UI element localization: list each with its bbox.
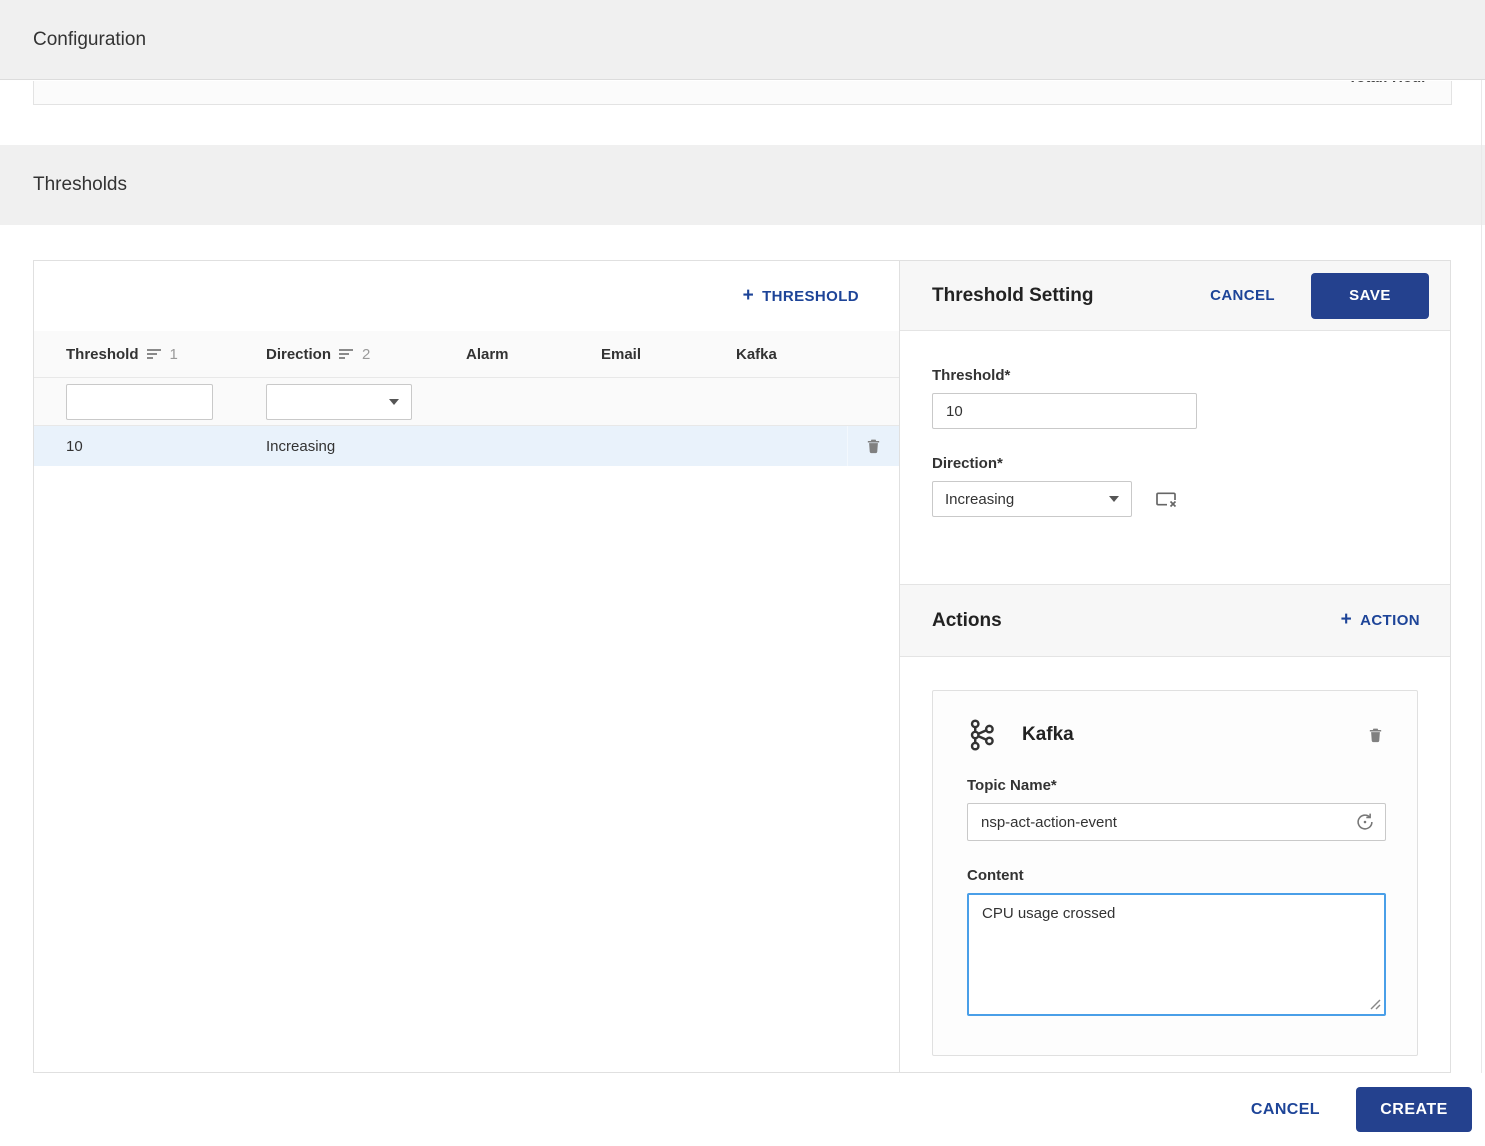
column-header-direction[interactable]: Direction 2: [266, 346, 466, 363]
kafka-icon: [970, 719, 994, 751]
clear-selection-icon[interactable]: [1154, 488, 1178, 510]
page-edge-divider: [1481, 80, 1482, 1120]
column-label: Alarm: [466, 345, 509, 363]
sort-icon: [339, 349, 354, 359]
column-header-kafka[interactable]: Kafka: [736, 346, 847, 363]
direction-select[interactable]: Increasing: [932, 481, 1132, 517]
direction-filter-select[interactable]: [266, 383, 412, 420]
cancel-button[interactable]: CANCEL: [1251, 1101, 1320, 1119]
column-label: Direction: [266, 345, 332, 363]
chevron-down-icon: [1109, 496, 1119, 502]
topic-name-input[interactable]: [967, 803, 1386, 841]
kafka-card-title: Kafka: [1022, 724, 1074, 745]
threshold-value-input[interactable]: [932, 393, 1197, 429]
page-title: Configuration: [33, 28, 147, 50]
dialog-footer: CANCEL CREATE: [0, 1073, 1485, 1146]
sort-icon: [146, 349, 161, 359]
sort-order-number: 1: [169, 345, 178, 363]
kafka-action-card: Kafka Topic Name* Content CPU usage cros…: [932, 690, 1418, 1056]
trash-icon: [867, 439, 880, 454]
panel-title: Threshold Setting: [932, 284, 1094, 306]
restore-default-icon[interactable]: [1354, 811, 1376, 833]
plus-icon: +: [742, 284, 755, 306]
threshold-filter-input[interactable]: [66, 383, 213, 420]
add-action-button[interactable]: + ACTION: [1340, 609, 1420, 630]
panel-cancel-button[interactable]: CANCEL: [1210, 287, 1275, 304]
column-header-email[interactable]: Email: [601, 346, 736, 363]
sort-order-number: 2: [362, 345, 371, 363]
trash-icon[interactable]: [1367, 725, 1384, 745]
scrolled-panel-remnant: Total: Hour: [33, 81, 1452, 105]
table-row[interactable]: 10 Increasing: [34, 426, 899, 466]
add-action-label: ACTION: [1360, 612, 1420, 629]
row-direction-value: Increasing: [266, 437, 336, 455]
thresholds-section-header: Thresholds: [0, 145, 1485, 225]
delete-threshold-button[interactable]: [847, 426, 899, 466]
table-filter-row: [34, 378, 899, 426]
direction-field-label: Direction*: [932, 455, 1003, 472]
configuration-header: Configuration: [0, 0, 1485, 80]
thresholds-table-panel: + THRESHOLD Threshold 1 Direction 2 Alar…: [33, 260, 900, 1073]
content-textarea[interactable]: CPU usage crossed: [967, 893, 1386, 1016]
column-label: Kafka: [736, 345, 777, 363]
actions-section-header: Actions + ACTION: [900, 584, 1450, 657]
row-threshold-value: 10: [66, 437, 83, 455]
threshold-field-label: Threshold*: [932, 367, 1011, 384]
actions-title: Actions: [932, 609, 1002, 631]
table-header-row: Threshold 1 Direction 2 Alarm Email Kafk…: [34, 331, 899, 378]
plus-icon: +: [1340, 609, 1353, 630]
threshold-form: Threshold* Direction* Increasing: [900, 331, 1450, 517]
configuration-page: Configuration Total: Hour Thresholds + T…: [0, 0, 1485, 1146]
direction-selected-value: Increasing: [945, 490, 1015, 508]
content-label: Content: [967, 867, 1024, 884]
column-label: Email: [601, 345, 642, 363]
chevron-down-icon: [389, 398, 399, 405]
add-threshold-label: THRESHOLD: [762, 287, 859, 305]
column-header-alarm[interactable]: Alarm: [466, 346, 601, 363]
create-button[interactable]: CREATE: [1356, 1087, 1472, 1132]
column-label: Threshold: [66, 345, 139, 363]
table-toolbar: + THRESHOLD: [34, 261, 899, 331]
add-threshold-button[interactable]: + THRESHOLD: [742, 284, 859, 306]
section-title: Thresholds: [33, 174, 127, 195]
panel-save-button[interactable]: SAVE: [1311, 272, 1429, 319]
column-header-threshold[interactable]: Threshold 1: [66, 346, 266, 363]
threshold-setting-panel: Threshold Setting CANCEL SAVE Threshold*…: [900, 260, 1451, 1073]
clipped-total-text: Total: Hour: [1348, 81, 1427, 86]
topic-name-label: Topic Name*: [967, 777, 1057, 794]
threshold-setting-header: Threshold Setting CANCEL SAVE: [900, 261, 1450, 331]
